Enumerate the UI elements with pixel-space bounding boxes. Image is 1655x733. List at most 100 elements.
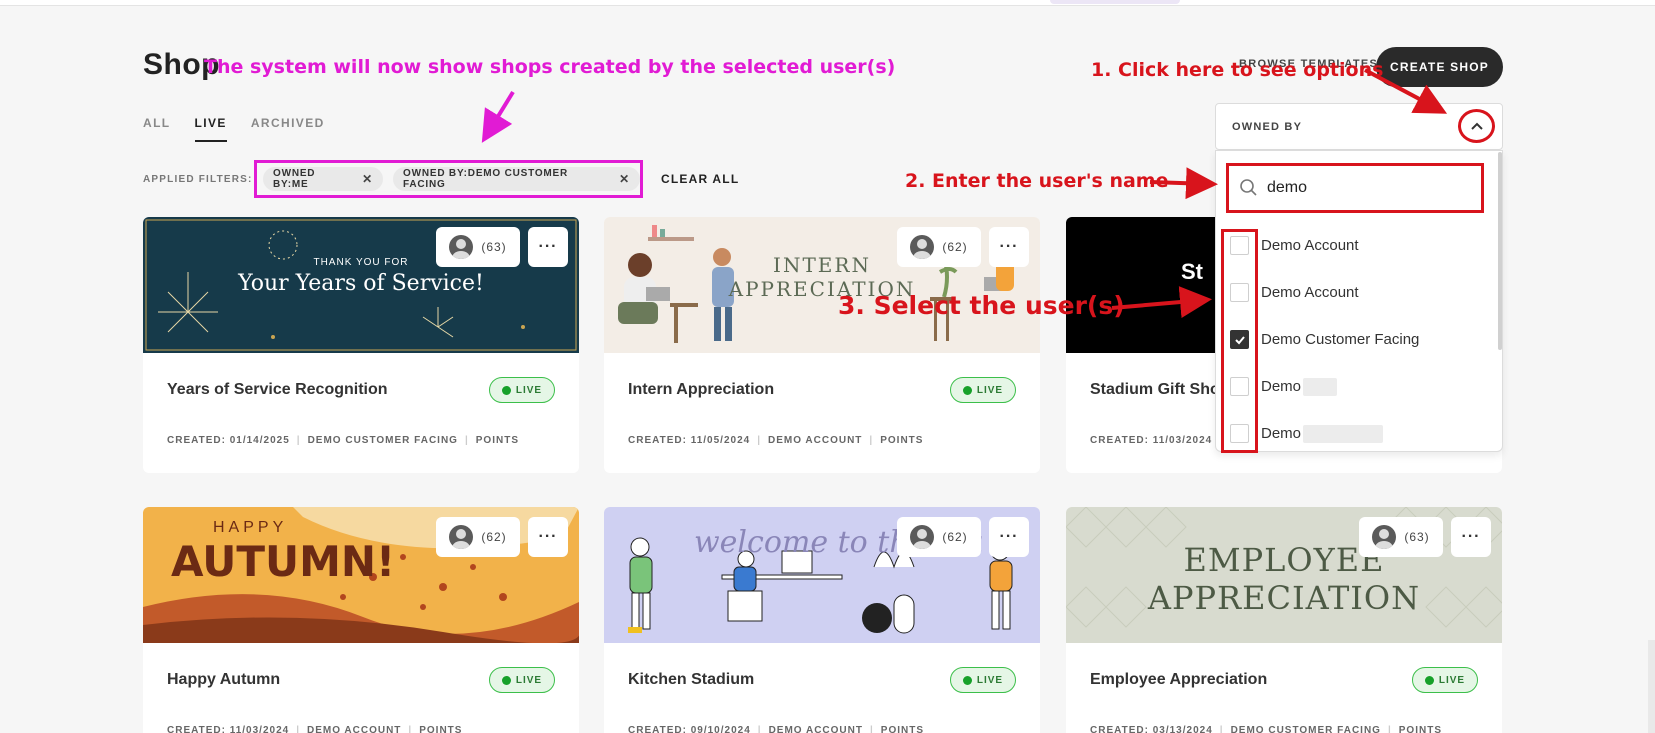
avatar-icon <box>449 235 474 259</box>
user-search-input[interactable] <box>1267 179 1467 197</box>
shop-card-title: Years of Service Recognition <box>167 381 388 398</box>
more-options-icon[interactable]: ··· <box>1451 517 1491 557</box>
owner-name: DEMO ACCOUNT <box>768 725 863 733</box>
live-dot-icon <box>501 385 511 395</box>
status-badge: LIVE <box>950 667 1016 693</box>
status-badge: LIVE <box>489 667 555 693</box>
redacted-name <box>1303 424 1384 443</box>
owner-count-pill[interactable]: (63) <box>436 227 520 267</box>
user-search-field[interactable] <box>1226 163 1484 213</box>
card-image-text: AUTUMN! <box>171 537 396 586</box>
shop-card[interactable]: welcome to the tea (62) ··· Kitchen Stad… <box>604 507 1040 733</box>
card-image-text: HAPPY <box>213 519 288 536</box>
shop-card[interactable]: EMPLOYEE APPRECIATION (63) ··· Employee … <box>1066 507 1502 733</box>
owner-count: (63) <box>1404 530 1430 544</box>
user-option-label: Demo <box>1261 378 1302 395</box>
card-image-text: St <box>1181 259 1203 284</box>
card-image-text: Your Years of Service! <box>238 271 484 296</box>
more-options-icon[interactable]: ··· <box>989 227 1029 267</box>
applied-filters-label: APPLIED FILTERS: <box>143 174 253 185</box>
arrow-top <box>481 90 515 143</box>
create-shop-button[interactable]: CREATE SHOP <box>1376 47 1503 87</box>
clear-all-button[interactable]: CLEAR ALL <box>661 172 739 186</box>
reward-type: POINTS <box>475 435 519 446</box>
status-label: LIVE <box>515 384 543 396</box>
owner-name: DEMO ACCOUNT <box>307 725 402 733</box>
live-dot-icon <box>501 675 511 685</box>
tab-live[interactable]: LIVE <box>194 116 227 142</box>
created-date: CREATED: 11/05/2024 <box>628 435 751 446</box>
filter-chip-owned-by-demo: OWNED BY:DEMO CUSTOMER FACING ✕ <box>393 167 640 191</box>
user-option-label: Demo Customer Facing <box>1261 331 1420 348</box>
annotation-top: The system will now show shops created b… <box>204 56 896 78</box>
owner-count-pill[interactable]: (62) <box>897 517 981 557</box>
status-badge: LIVE <box>489 377 555 403</box>
top-bar-indicator <box>1050 0 1180 4</box>
created-date: CREATED: 11/03/2024 <box>167 725 290 733</box>
created-date: CREATED: 01/14/2025 <box>167 435 290 446</box>
owner-name: DEMO CUSTOMER FACING <box>307 435 458 446</box>
owner-count: (62) <box>942 240 968 254</box>
filter-chip-owned-by-me: OWNED BY:ME ✕ <box>263 167 384 191</box>
avatar-icon <box>449 525 474 549</box>
owner-count-pill[interactable]: (62) <box>436 517 520 557</box>
remove-filter-icon[interactable]: ✕ <box>362 172 373 186</box>
user-option-label: Demo Account <box>1261 284 1359 301</box>
filter-chip-label: OWNED BY:ME <box>273 168 316 190</box>
shop-card-title: Stadium Gift Sho <box>1090 381 1220 398</box>
shop-card-title: Happy Autumn <box>167 671 281 688</box>
search-icon <box>1240 179 1257 196</box>
tab-archived[interactable]: ARCHIVED <box>251 116 325 142</box>
owner-count: (62) <box>942 530 968 544</box>
shop-card[interactable]: INTERN APPRECIATION (62) ··· Intern Appr… <box>604 217 1040 473</box>
shop-card-meta: CREATED: 11/03/2024 <box>1090 435 1212 446</box>
page-scrollbar[interactable] <box>1648 640 1655 733</box>
live-dot-icon <box>1424 675 1434 685</box>
annotation-step2: 2. Enter the user's name <box>905 170 1169 192</box>
owner-count: (62) <box>481 530 507 544</box>
annotation-step3: 3. Select the user(s) <box>838 291 1125 320</box>
avatar-icon <box>910 235 935 259</box>
more-options-icon[interactable]: ··· <box>528 517 568 557</box>
live-dot-icon <box>962 385 972 395</box>
filter-chip-label: OWNED BY:DEMO CUSTOMER FACING <box>403 168 569 190</box>
owner-count: (63) <box>481 240 507 254</box>
shop-card[interactable]: THANK YOU FOR Your Years of Service! (63… <box>143 217 579 473</box>
owner-count-pill[interactable]: (62) <box>897 227 981 267</box>
user-option[interactable]: Demo Customer Facing <box>1230 330 1419 349</box>
shop-card[interactable]: HAPPY AUTUMN! (62) ··· Happy Autumn LIVE… <box>143 507 579 733</box>
owner-name: DEMO ACCOUNT <box>768 435 863 446</box>
top-bar <box>0 0 1655 6</box>
created-date: CREATED: 09/10/2024 <box>628 725 751 733</box>
shop-card-meta: CREATED: 03/13/2024 | DEMO CUSTOMER FACING… <box>1090 725 1442 733</box>
annotation-step1: 1. Click here to see options <box>1091 59 1384 81</box>
dropdown-scrollbar[interactable] <box>1498 152 1502 350</box>
remove-filter-icon[interactable]: ✕ <box>619 172 630 186</box>
status-label: LIVE <box>976 674 1004 686</box>
live-dot-icon <box>962 675 972 685</box>
reward-type: POINTS <box>880 435 924 446</box>
status-label: LIVE <box>976 384 1004 396</box>
redacted-name <box>1303 377 1338 396</box>
reward-type: POINTS <box>880 725 925 733</box>
avatar-icon <box>1372 525 1397 549</box>
shop-card-title: Employee Appreciation <box>1090 671 1268 688</box>
status-label: LIVE <box>1438 674 1466 686</box>
chevron-up-icon[interactable] <box>1458 109 1495 143</box>
status-label: LIVE <box>515 674 543 686</box>
status-badge: LIVE <box>1412 667 1478 693</box>
more-options-icon[interactable]: ··· <box>989 517 1029 557</box>
owner-count-pill[interactable]: (63) <box>1359 517 1443 557</box>
shop-card-meta: CREATED: 01/14/2025 | DEMO CUSTOMER FACING… <box>167 435 519 446</box>
user-option-label: Demo <box>1261 425 1302 442</box>
reward-type: POINTS <box>1398 725 1442 733</box>
created-date: CREATED: 11/03/2024 <box>1090 435 1213 446</box>
more-options-icon[interactable]: ··· <box>528 227 568 267</box>
shop-card-meta: CREATED: 09/10/2024 | DEMO ACCOUNT | POINTS <box>628 725 924 733</box>
reward-type: POINTS <box>419 725 463 733</box>
shop-card-title: Intern Appreciation <box>628 381 775 398</box>
applied-filters-highlight: OWNED BY:ME ✕ OWNED BY:DEMO CUSTOMER FAC… <box>254 160 643 198</box>
tab-all[interactable]: ALL <box>143 116 171 142</box>
user-option-label: Demo Account <box>1261 237 1359 254</box>
shop-tabs: ALL LIVE ARCHIVED <box>143 116 325 142</box>
